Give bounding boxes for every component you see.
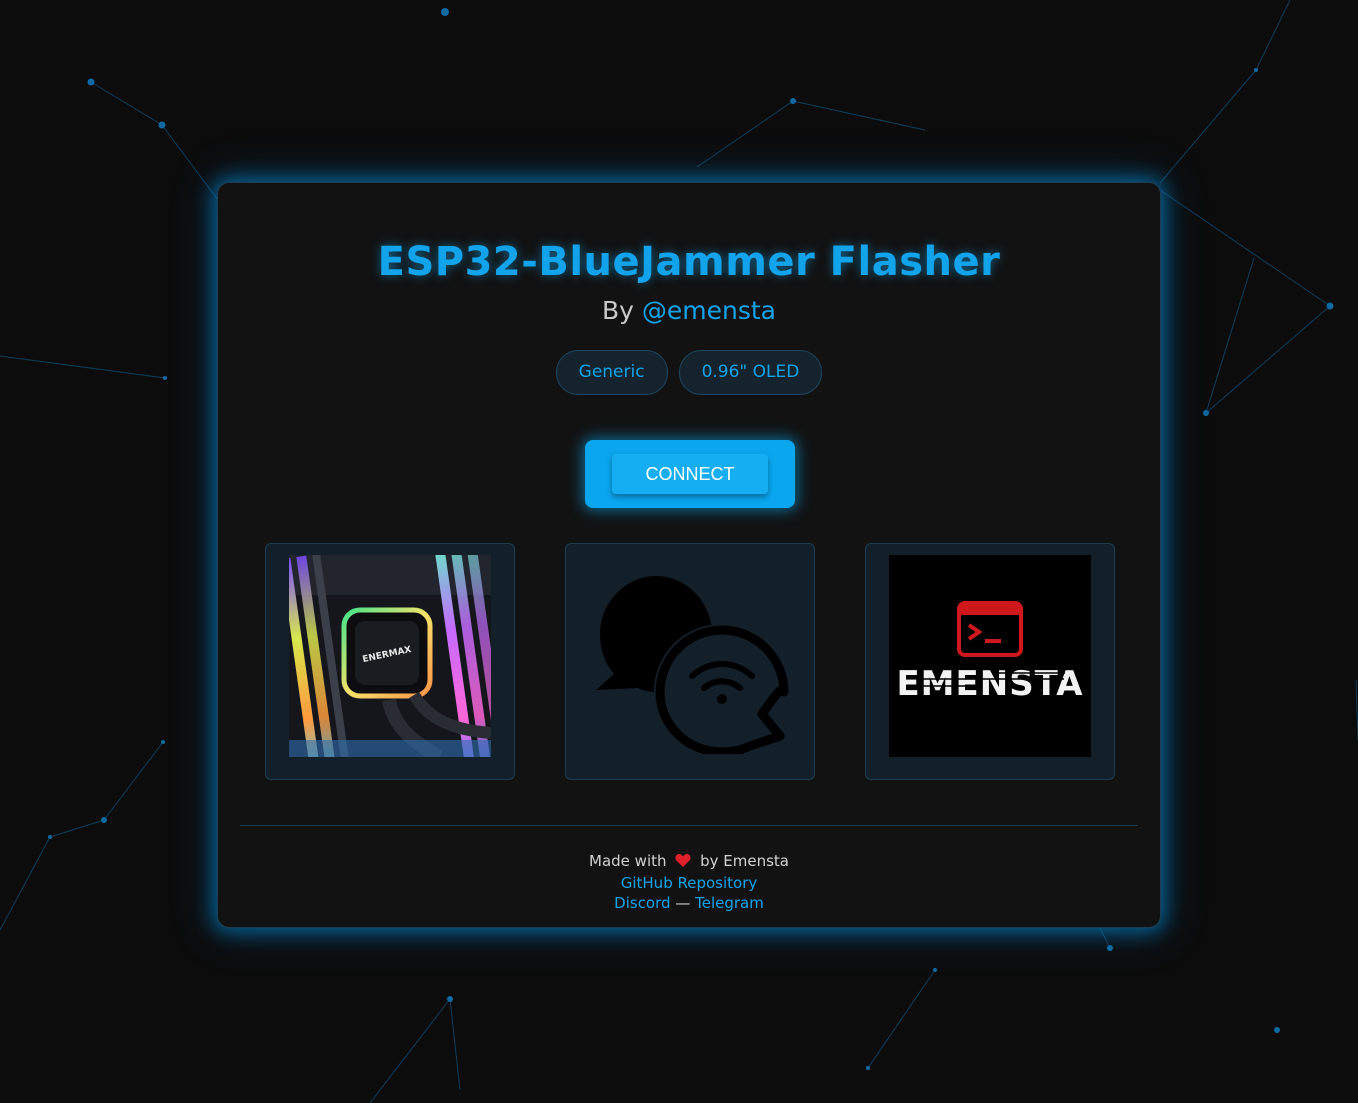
pc-build-image: ENERMAX: [289, 555, 491, 757]
device-tags: Generic 0.96" OLED: [218, 350, 1160, 395]
author-byline: By @emensta: [218, 296, 1160, 325]
footer-separator: —: [675, 894, 691, 912]
author-link[interactable]: @emensta: [642, 296, 776, 325]
flasher-card: ESP32-BlueJammer Flasher By @emensta Gen…: [217, 182, 1161, 928]
footer: Made with by Emensta GitHub Repository D…: [218, 851, 1160, 913]
heart-icon: [675, 853, 691, 873]
tile-row: ENERMAX EMENSTA: [265, 543, 1115, 780]
connect-button[interactable]: CONNECT: [612, 454, 768, 494]
page-title: ESP32-BlueJammer Flasher: [377, 239, 1001, 285]
github-link[interactable]: GitHub Repository: [621, 874, 758, 892]
connect-button-container[interactable]: CONNECT: [585, 440, 795, 508]
emensta-logo: EMENSTA: [889, 555, 1091, 757]
terminal-icon: [957, 601, 1023, 657]
tag-generic[interactable]: Generic: [555, 350, 668, 395]
footer-by: by Emensta: [700, 852, 789, 870]
footer-credit-line: Made with by Emensta: [218, 851, 1160, 873]
footer-made-with: Made with: [589, 852, 667, 870]
svg-text:EMENSTA: EMENSTA: [896, 664, 1083, 704]
tile-emensta[interactable]: EMENSTA: [865, 543, 1115, 780]
discord-link[interactable]: Discord: [614, 894, 670, 912]
chat-wifi-icon: [588, 564, 792, 754]
tag-oled[interactable]: 0.96" OLED: [678, 350, 823, 395]
footer-divider: [240, 825, 1138, 826]
telegram-link[interactable]: Telegram: [695, 894, 764, 912]
tile-discord-chat[interactable]: [565, 543, 815, 780]
tile-pc-build[interactable]: ENERMAX: [265, 543, 515, 780]
byline-prefix: By: [601, 296, 634, 325]
